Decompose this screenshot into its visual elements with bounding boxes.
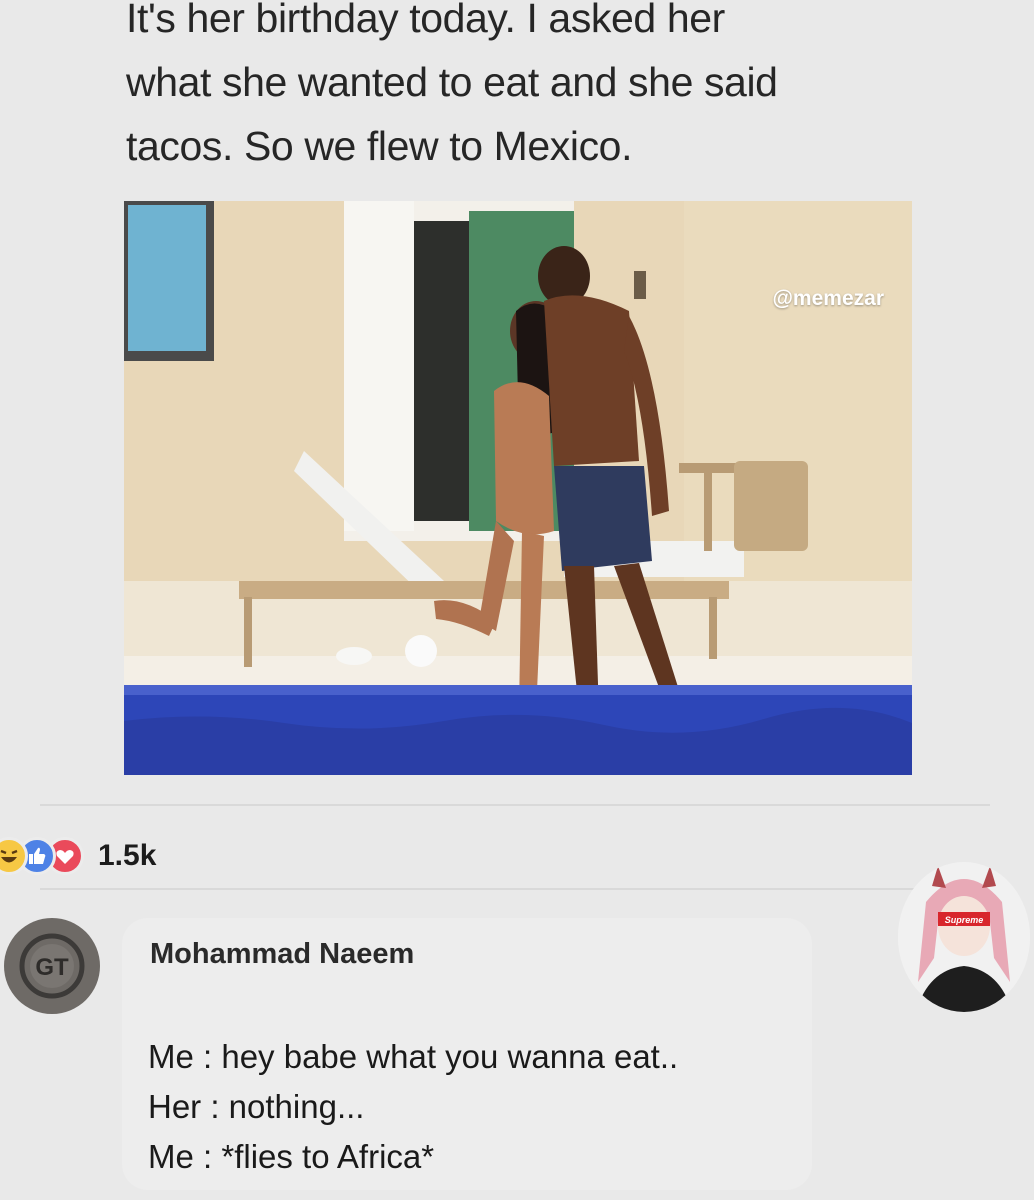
reaction-count: 1.5k xyxy=(98,839,157,872)
post-text: It's her birthday today. I asked her wha… xyxy=(126,0,916,178)
gt-logo-icon: GT xyxy=(19,933,85,999)
anime-avatar-icon: Supreme xyxy=(898,862,1030,1012)
post-text-line: tacos. So we flew to Mexico. xyxy=(126,123,633,169)
post-text-line: It's her birthday today. I asked her xyxy=(126,0,725,41)
divider xyxy=(40,804,990,806)
avatar-badge-text: Supreme xyxy=(945,915,984,925)
reaction-summary[interactable]: 1.5k xyxy=(0,834,156,878)
post-text-line: what she wanted to eat and she said xyxy=(126,59,778,105)
comment-line: Me : *flies to Africa* xyxy=(148,1138,435,1175)
comment-line: Her : nothing... xyxy=(148,1088,365,1125)
commenter-avatar[interactable]: GT xyxy=(4,918,100,1014)
post-photo[interactable]: @memezar xyxy=(124,201,912,775)
comment-bubble[interactable]: Mohammad Naeem Me : hey babe what you wa… xyxy=(122,918,812,1190)
haha-icon xyxy=(0,837,28,875)
avatar-initials: GT xyxy=(35,954,69,981)
divider xyxy=(40,888,990,890)
comment-line: Me : hey babe what you wanna eat.. xyxy=(148,1038,679,1075)
photo-watermark: @memezar xyxy=(772,287,884,310)
comment-author[interactable]: Mohammad Naeem xyxy=(150,938,414,971)
current-user-avatar[interactable]: Supreme xyxy=(898,862,1030,1012)
